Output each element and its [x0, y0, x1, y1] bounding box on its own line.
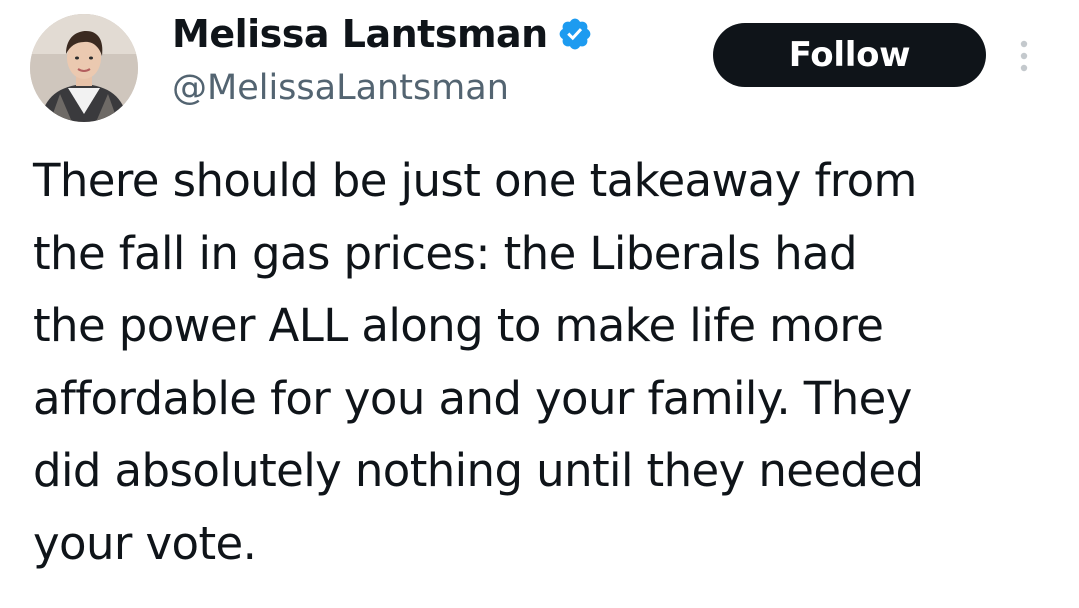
tweet-text: There should be just one takeaway from t…	[33, 145, 1073, 580]
author-handle[interactable]: @MelissaLantsman	[172, 66, 509, 110]
tweet-text-line: your vote.	[33, 516, 257, 570]
tweet-text-line: did absolutely nothing until they needed	[33, 444, 924, 497]
tweet-text-line: There should be just one takeaway from	[33, 154, 917, 207]
tweet-card: Melissa Lantsman @MelissaLantsman Follow…	[0, 0, 1079, 608]
tweet-text-line: the power ALL along to make life more	[33, 299, 884, 352]
tweet-text-line: affordable for you and your family. They	[33, 371, 912, 425]
tweet-text-line: the fall in gas prices: the Liberals had	[33, 226, 858, 280]
verified-badge-icon	[557, 16, 593, 52]
more-vertical-icon[interactable]	[1012, 36, 1036, 76]
author-display-name[interactable]: Melissa Lantsman	[172, 9, 548, 59]
follow-button[interactable]: Follow	[713, 23, 986, 87]
avatar-image	[30, 14, 138, 122]
author-name-row: Melissa Lantsman	[172, 9, 593, 59]
avatar[interactable]	[30, 14, 138, 122]
